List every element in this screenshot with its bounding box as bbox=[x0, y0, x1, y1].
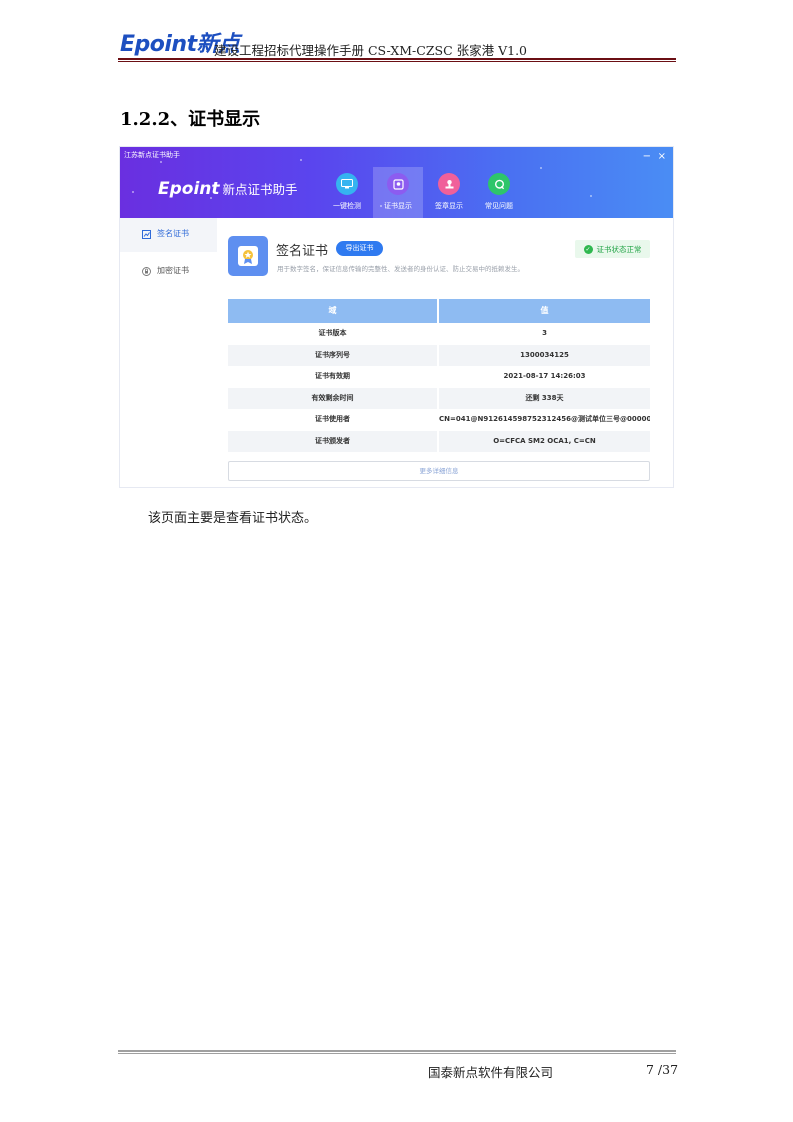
section-heading: 1.2.2、证书显示 bbox=[120, 109, 261, 130]
seal-icon bbox=[438, 173, 460, 195]
sidebar-item-label: 签名证书 bbox=[157, 229, 189, 238]
app-brand: Epoint 新点证书助手 bbox=[158, 179, 298, 199]
table-row: 有效剩余时间 还剩 338天 bbox=[228, 387, 650, 409]
cert-detail-table: 域 值 证书版本 3 证书序列号 1300034125 证书有效期 2021-0… bbox=[228, 299, 650, 452]
brand-name: 新点证书助手 bbox=[222, 182, 298, 197]
window-title: 江苏新点证书助手 bbox=[124, 151, 180, 159]
field-cell: 有效剩余时间 bbox=[228, 387, 437, 409]
monitor-icon bbox=[336, 173, 358, 195]
nav-faq[interactable]: 常见问题 bbox=[474, 167, 524, 218]
nav-label: 常见问题 bbox=[485, 202, 513, 210]
header-rule-thin bbox=[118, 61, 676, 62]
app-title-bar: 江苏新点证书助手 − × Epoint 新点证书助手 一键检测 证书显示 签章显示 bbox=[120, 147, 673, 218]
field-cell: 证书序列号 bbox=[228, 344, 437, 366]
sidebar: 签名证书 加密证书 bbox=[120, 218, 217, 487]
chart-doc-icon bbox=[142, 230, 151, 242]
value-cell: CN=041@N91261459875231245​6@测试单位三号@00000… bbox=[439, 409, 650, 431]
page-number: 7 /37 bbox=[646, 1062, 679, 1077]
footer-rule bbox=[118, 1050, 676, 1052]
value-cell: 还剩 338天 bbox=[439, 387, 650, 409]
lock-circle-icon bbox=[142, 267, 151, 279]
question-icon bbox=[488, 173, 510, 195]
sidebar-item-signing-cert[interactable]: 签名证书 bbox=[120, 218, 217, 252]
nav-label: 签章显示 bbox=[435, 202, 463, 210]
column-header-value: 值 bbox=[439, 299, 650, 323]
value-cell: 2021-08-17 14:26:03 bbox=[439, 366, 650, 388]
minimize-button[interactable]: − bbox=[643, 152, 651, 162]
check-icon: ✓ bbox=[583, 244, 593, 254]
status-text: 证书状态正常 bbox=[596, 244, 642, 254]
nav-label: 证书显示 bbox=[384, 202, 412, 210]
close-button[interactable]: × bbox=[658, 152, 666, 162]
certificate-badge-icon bbox=[228, 236, 268, 276]
status-badge: ✓ 证书状态正常 bbox=[575, 240, 650, 258]
more-details-button[interactable]: 更多详细信息 bbox=[228, 461, 650, 481]
header-rule bbox=[118, 58, 676, 60]
sidebar-item-label: 加密证书 bbox=[157, 266, 189, 275]
nav-label: 一键检测 bbox=[333, 202, 361, 210]
document-title: 建设工程招标代理操作手册 CS-XM-CZSC 张家港 V1.0 bbox=[214, 43, 527, 58]
nav-one-click-check[interactable]: 一键检测 bbox=[322, 167, 372, 218]
value-cell: 1300034125 bbox=[439, 344, 650, 366]
export-cert-button[interactable]: 导出证书 bbox=[336, 241, 383, 256]
sidebar-item-encryption-cert[interactable]: 加密证书 bbox=[120, 255, 217, 289]
value-cell: O=CFCA SM2 OCA1, C=CN bbox=[439, 430, 650, 452]
cert-description: 用于数字签名，保证信息传输的完整性、发送者的身份认证、防止交易中的抵赖发生。 bbox=[277, 265, 524, 273]
column-header-field: 域 bbox=[228, 299, 437, 323]
table-row: 证书版本 3 bbox=[228, 323, 650, 345]
cert-assistant-window: 江苏新点证书助手 − × Epoint 新点证书助手 一键检测 证书显示 签章显示 bbox=[120, 147, 673, 487]
nav-certificate-display[interactable]: 证书显示 bbox=[373, 167, 423, 218]
nav-seal-display[interactable]: 签章显示 bbox=[424, 167, 474, 218]
value-cell: 3 bbox=[439, 323, 650, 345]
field-cell: 证书使用者 bbox=[228, 409, 437, 431]
cert-title: 签名证书 bbox=[276, 244, 329, 259]
footer-rule-thin bbox=[118, 1053, 676, 1054]
table-row: 证书颁发者 O=CFCA SM2 OCA1, C=CN bbox=[228, 430, 650, 452]
table-row: 证书使用者 CN=041@N91261459875231245​6@测试单位三号… bbox=[228, 409, 650, 431]
field-cell: 证书有效期 bbox=[228, 366, 437, 388]
brand-logo: Epoint bbox=[158, 179, 220, 199]
certificate-icon bbox=[387, 173, 409, 195]
field-cell: 证书颁发者 bbox=[228, 430, 437, 452]
table-row: 证书序列号 1300034125 bbox=[228, 344, 650, 366]
table-row: 证书有效期 2021-08-17 14:26:03 bbox=[228, 366, 650, 388]
body-paragraph: 该页面主要是查看证书状态。 bbox=[148, 511, 318, 526]
field-cell: 证书版本 bbox=[228, 323, 437, 345]
table-header: 域 值 bbox=[228, 299, 650, 323]
footer-company: 国泰新点软件有限公司 bbox=[428, 1065, 554, 1080]
